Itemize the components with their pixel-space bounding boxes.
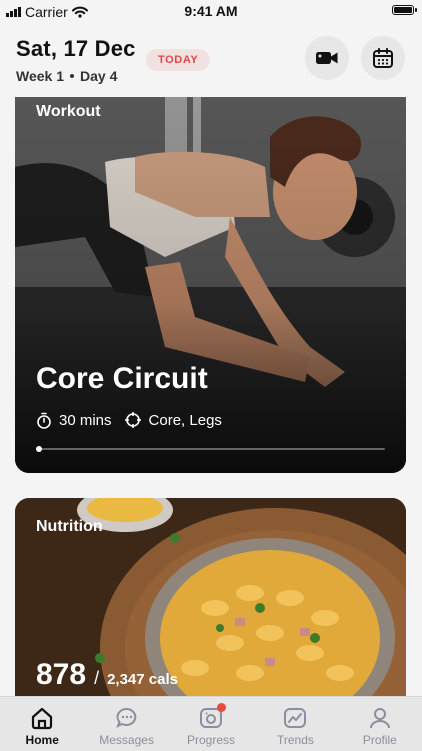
week-day-label: Week 1 Day 4 <box>16 68 117 84</box>
day-label: Day 4 <box>80 68 118 84</box>
focus: Core, Legs <box>124 411 222 429</box>
status-time: 9:41 AM <box>184 3 238 19</box>
separator-dot <box>70 74 74 78</box>
profile-icon <box>367 705 393 731</box>
week-label: Week 1 <box>16 68 64 84</box>
tab-trends[interactable]: Trends <box>253 697 337 751</box>
tab-profile-label: Profile <box>362 733 397 747</box>
tab-messages[interactable]: Messages <box>84 697 168 751</box>
tab-progress-label: Progress <box>187 733 236 747</box>
header: Sat, 17 Dec TODAY Week 1 Day 4 <box>0 24 422 98</box>
timer-icon <box>37 412 51 429</box>
tab-trends-label: Trends <box>276 733 314 747</box>
calendar-icon <box>373 48 393 68</box>
tab-home[interactable]: Home <box>0 697 84 751</box>
page-title: Sat, 17 Dec <box>16 36 136 61</box>
calorie-separator: / <box>94 668 100 688</box>
progress-camera-icon <box>198 703 227 731</box>
video-camera-icon <box>316 52 338 64</box>
calories-eaten: 878 <box>36 658 87 691</box>
calories-target: 2,347 cals <box>107 671 178 688</box>
trends-icon <box>282 705 308 731</box>
workout-card[interactable]: Workout Core Circuit 30 mins Core, Legs <box>15 97 406 473</box>
progress-knob <box>36 446 42 452</box>
workout-title: Core Circuit <box>36 362 208 395</box>
focus-text: Core, Legs <box>148 411 222 429</box>
nutrition-label: Nutrition <box>36 518 103 535</box>
today-badge[interactable]: TODAY <box>146 49 211 71</box>
calorie-summary: 878 / 2,347 cals <box>36 658 178 692</box>
tab-bar: Home Messages Progress Trends Profile <box>0 696 422 751</box>
calendar-button[interactable] <box>361 36 405 80</box>
video-button[interactable] <box>305 36 349 80</box>
duration-text: 30 mins <box>59 411 112 429</box>
tab-messages-label: Messages <box>99 733 154 747</box>
tab-progress[interactable]: Progress <box>169 697 253 751</box>
notification-badge <box>217 703 227 712</box>
tab-profile[interactable]: Profile <box>338 697 422 751</box>
status-bar: Carrier 9:41 AM <box>0 0 422 24</box>
messages-icon <box>114 705 140 731</box>
duration: 30 mins <box>36 412 112 429</box>
workout-progress-bar <box>36 446 385 452</box>
battery-icon <box>392 5 417 15</box>
nutrition-card[interactable]: Nutrition 878 / 2,347 cals <box>15 498 406 718</box>
home-icon <box>29 705 55 731</box>
workout-meta: 30 mins Core, Legs <box>36 411 222 429</box>
target-icon <box>124 412 141 428</box>
tab-home-label: Home <box>25 733 59 747</box>
workout-label: Workout <box>36 103 101 120</box>
